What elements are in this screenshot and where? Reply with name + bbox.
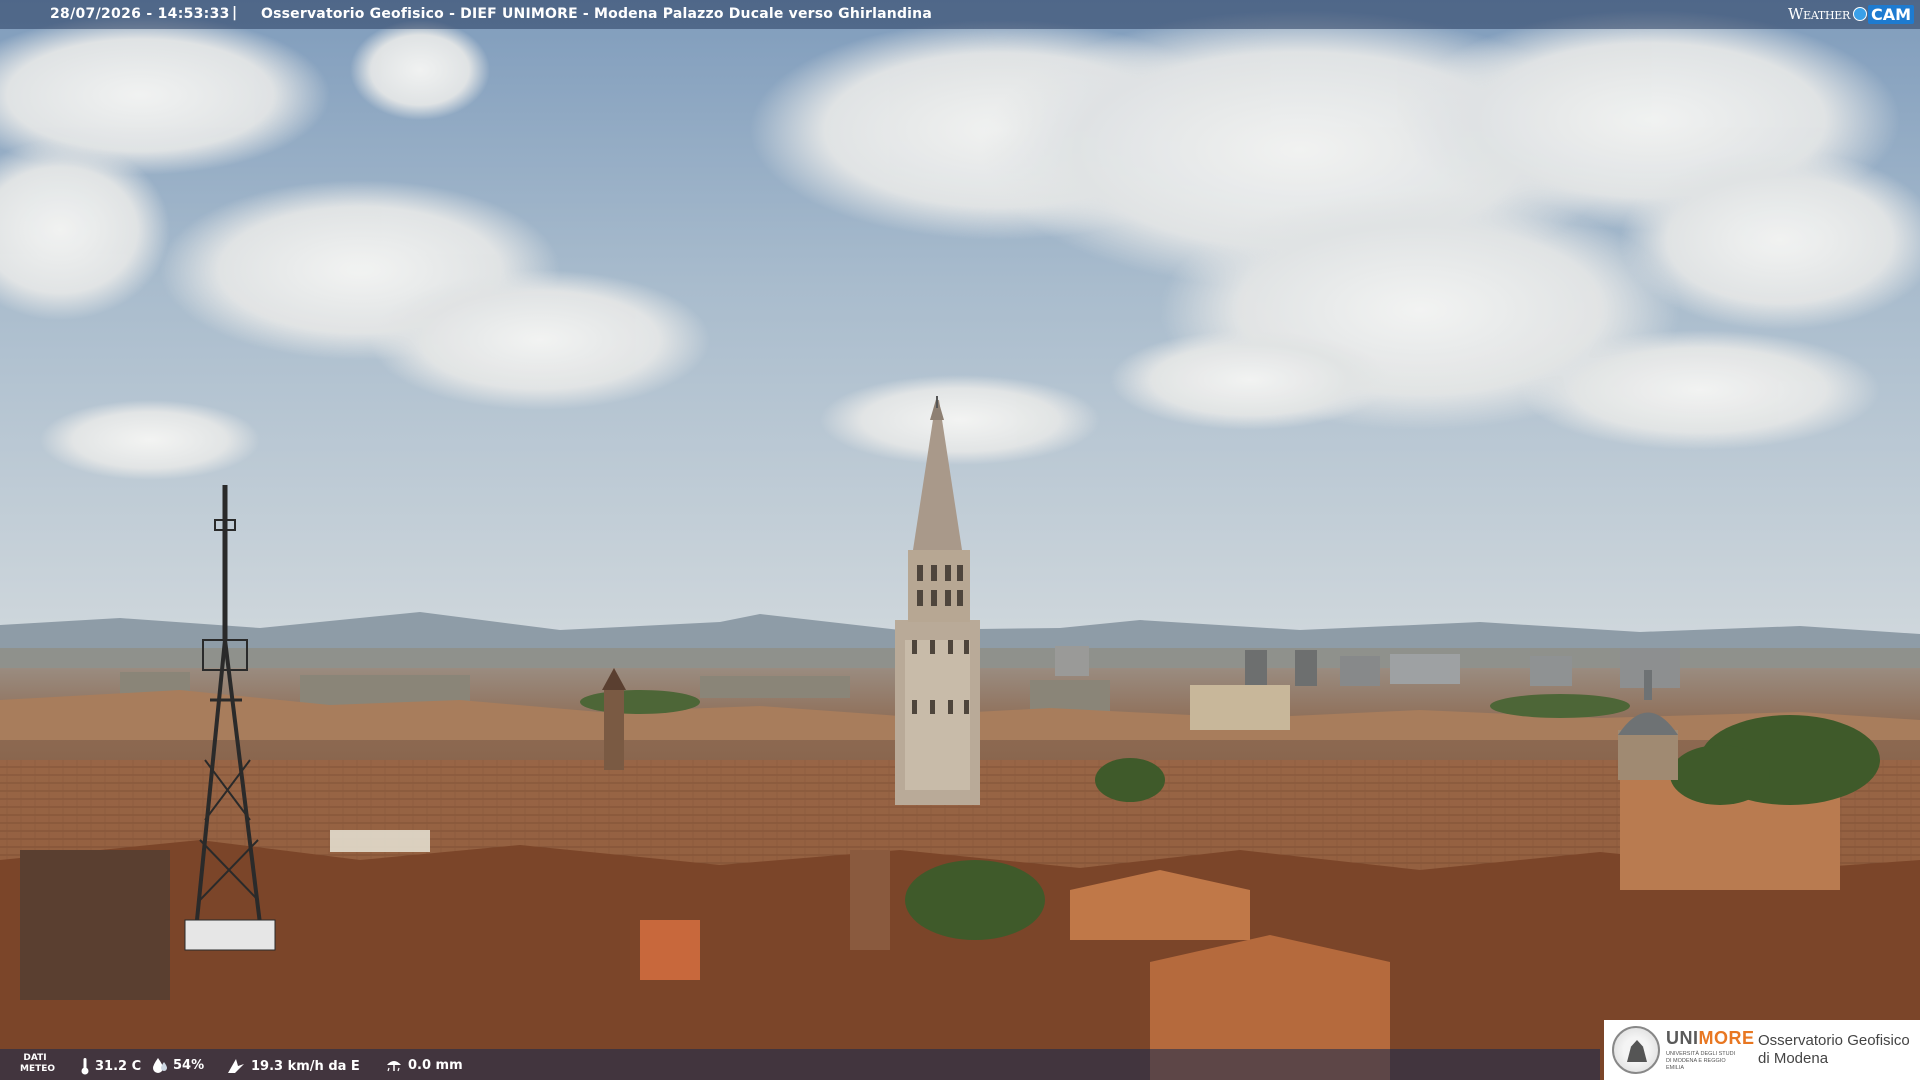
meteo-bar: DATI METEO 31.2 C 54% 19.3 km/h da E 0.0…	[0, 1049, 1600, 1080]
brand-cam: CAM	[1867, 4, 1914, 24]
brand-dot-icon	[1852, 7, 1867, 21]
rain-reading: 0.0 mm	[385, 1057, 463, 1073]
temperature-reading: 31.2 C	[80, 1057, 141, 1075]
humidity-icon	[153, 1058, 167, 1073]
webcam-photo	[0, 0, 1920, 1080]
camera-title: Osservatorio Geofisico - DIEF UNIMORE - …	[261, 6, 932, 22]
meteo-label: DATI METEO	[20, 1053, 56, 1074]
overlay-top-bar: 28/07/2026 - 14:53:33 | Osservatorio Geo…	[0, 0, 1920, 29]
thermometer-icon	[81, 1058, 89, 1075]
wind-icon	[228, 1059, 244, 1073]
observatory-name: Osservatorio Geofisico di Modena	[1758, 1032, 1910, 1067]
weathercam-logo: Weather CAM	[1788, 3, 1914, 25]
rain-icon	[387, 1061, 401, 1072]
wind-reading: 19.3 km/h da E	[226, 1057, 360, 1075]
humidity-reading: 54%	[152, 1057, 204, 1073]
university-name: UNIVERSITÀ DEGLI STUDI DI MODENA E REGGI…	[1666, 1051, 1736, 1071]
unimore-wordmark: UNIMORE	[1666, 1028, 1755, 1048]
university-seal-icon	[1612, 1026, 1660, 1074]
separator: |	[232, 5, 238, 21]
brand-weather: Weather	[1788, 5, 1850, 23]
timestamp: 28/07/2026 - 14:53:33	[50, 6, 230, 22]
unimore-logo: UNIMORE UNIVERSITÀ DEGLI STUDI DI MODENA…	[1604, 1020, 1920, 1080]
